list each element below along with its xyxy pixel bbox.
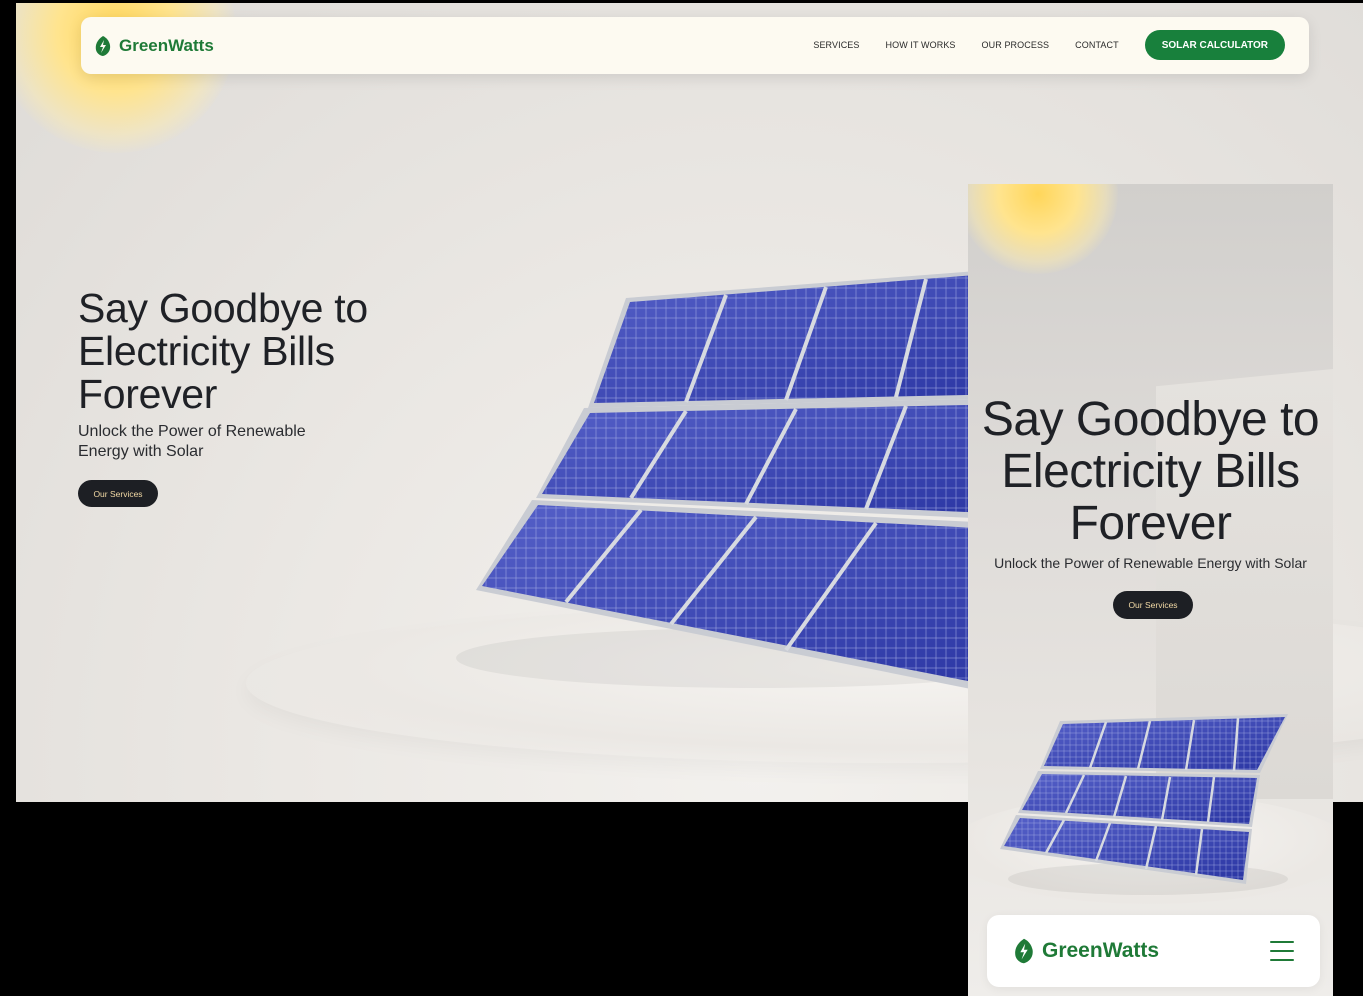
our-services-button[interactable]: Our Services: [78, 480, 158, 507]
mobile-navbar: GreenWatts: [987, 915, 1320, 987]
nav-link-how-it-works[interactable]: HOW IT WORKS: [886, 40, 956, 50]
solar-calculator-button[interactable]: SOLAR CALCULATOR: [1144, 30, 1285, 60]
leaf-bolt-icon: [1015, 938, 1033, 964]
mobile-brand-logo[interactable]: GreenWatts: [1013, 937, 1159, 965]
brand-name: GreenWatts: [119, 36, 214, 55]
sun-glow: [968, 184, 1118, 274]
mobile-hero-subtitle: Unlock the Power of Renewable Energy wit…: [994, 555, 1307, 571]
mobile-solar-panels-image: [1000, 714, 1288, 895]
hamburger-menu-icon[interactable]: [1270, 941, 1294, 961]
solar-panels-image: [456, 268, 1056, 698]
nav-link-contact[interactable]: CONTACT: [1075, 40, 1119, 50]
mobile-mockup: Say Goodbye to Electricity Bills Forever…: [968, 184, 1333, 996]
desktop-navbar: GreenWatts SERVICES HOW IT WORKS OUR PRO…: [81, 17, 1309, 74]
nav-link-our-process[interactable]: OUR PROCESS: [982, 40, 1050, 50]
brand-name: GreenWatts: [1042, 939, 1160, 962]
hero-title: Say Goodbye to Electricity Bills Forever: [78, 285, 368, 417]
nav-menu: SERVICES HOW IT WORKS OUR PROCESS CONTAC…: [813, 30, 1285, 60]
nav-link-services[interactable]: SERVICES: [813, 40, 859, 50]
brand-logo[interactable]: GreenWatts: [94, 35, 214, 57]
mobile-hero-title: Say Goodbye to Electricity Bills Forever: [981, 393, 1320, 550]
hero-subtitle: Unlock the Power of Renewable Energy wit…: [78, 423, 306, 460]
leaf-bolt-icon: [95, 36, 111, 56]
mobile-our-services-button[interactable]: Our Services: [1113, 591, 1193, 619]
